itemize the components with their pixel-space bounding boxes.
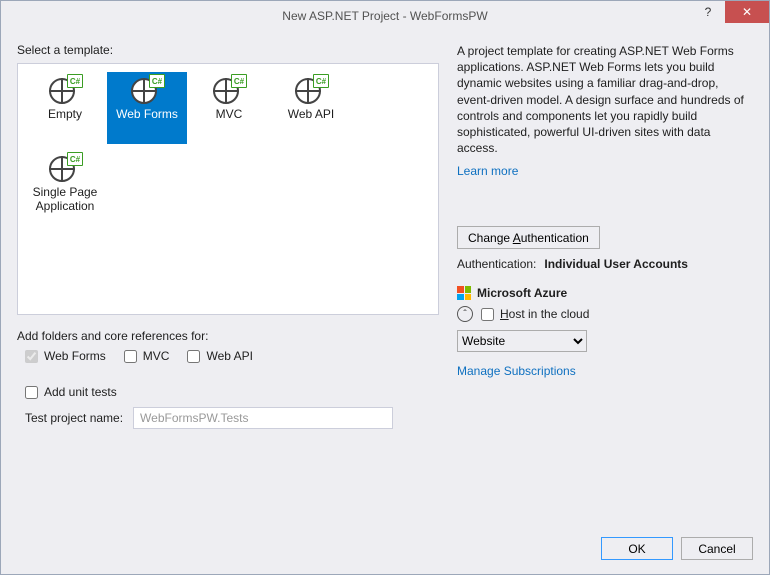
cancel-button[interactable]: Cancel: [681, 537, 753, 560]
checkbox-web-api[interactable]: Web API: [187, 349, 252, 363]
globe-cs-icon: C#: [131, 76, 163, 104]
checkbox-host-in-cloud[interactable]: Host in the cloud: [481, 307, 589, 321]
template-mvc[interactable]: C# MVC: [189, 72, 269, 144]
template-label: MVC: [216, 108, 243, 122]
checkbox-add-unit-tests[interactable]: Add unit tests: [25, 385, 439, 399]
titlebar: New ASP.NET Project - WebFormsPW ? ✕: [1, 1, 769, 31]
right-column: A project template for creating ASP.NET …: [439, 43, 753, 537]
folders-label: Add folders and core references for:: [17, 329, 439, 343]
azure-heading: Microsoft Azure: [457, 286, 753, 300]
template-label: Web Forms: [116, 108, 178, 122]
template-web-api[interactable]: C# Web API: [271, 72, 351, 144]
template-web-forms[interactable]: C# Web Forms: [107, 72, 187, 144]
template-label: Empty: [48, 108, 82, 122]
footer-buttons: OK Cancel: [17, 537, 753, 560]
dialog-window: New ASP.NET Project - WebFormsPW ? ✕ Sel…: [0, 0, 770, 575]
cloud-resource-type-select[interactable]: Website: [457, 330, 587, 352]
authentication-label: Authentication:: [457, 257, 536, 271]
authentication-row: Authentication: Individual User Accounts: [457, 257, 753, 271]
globe-cs-icon: C#: [213, 76, 245, 104]
template-grid: C# Empty C# Web Forms C# MVC C# Web API: [17, 63, 439, 315]
titlebar-title: New ASP.NET Project - WebFormsPW: [1, 9, 769, 23]
learn-more-link[interactable]: Learn more: [457, 164, 753, 178]
manage-subscriptions-link[interactable]: Manage Subscriptions: [457, 364, 576, 378]
test-project-name-label: Test project name:: [25, 411, 123, 425]
checkbox-mvc[interactable]: MVC: [124, 349, 170, 363]
close-button[interactable]: ✕: [725, 1, 769, 23]
template-empty[interactable]: C# Empty: [25, 72, 105, 144]
change-authentication-button[interactable]: Change Authentication: [457, 226, 600, 249]
authentication-value: Individual User Accounts: [544, 257, 688, 271]
chevron-up-icon[interactable]: ˆ: [457, 306, 473, 322]
help-button[interactable]: ?: [691, 1, 725, 23]
template-label: Web API: [288, 108, 334, 122]
microsoft-logo-icon: [457, 286, 471, 300]
globe-cs-icon: C#: [49, 76, 81, 104]
titlebar-controls: ? ✕: [691, 1, 769, 23]
template-description: A project template for creating ASP.NET …: [457, 43, 753, 156]
checkbox-web-forms[interactable]: Web Forms: [25, 349, 106, 363]
globe-cs-icon: C#: [295, 76, 327, 104]
select-template-label: Select a template:: [17, 43, 439, 57]
content: Select a template: C# Empty C# Web Forms…: [1, 31, 769, 574]
left-column: Select a template: C# Empty C# Web Forms…: [17, 43, 439, 537]
template-single-page-application[interactable]: C# Single Page Application: [25, 150, 105, 222]
globe-cs-icon: C#: [49, 154, 81, 182]
ok-button[interactable]: OK: [601, 537, 673, 560]
test-project-name-input[interactable]: [133, 407, 393, 429]
template-label: Single Page Application: [25, 186, 105, 214]
